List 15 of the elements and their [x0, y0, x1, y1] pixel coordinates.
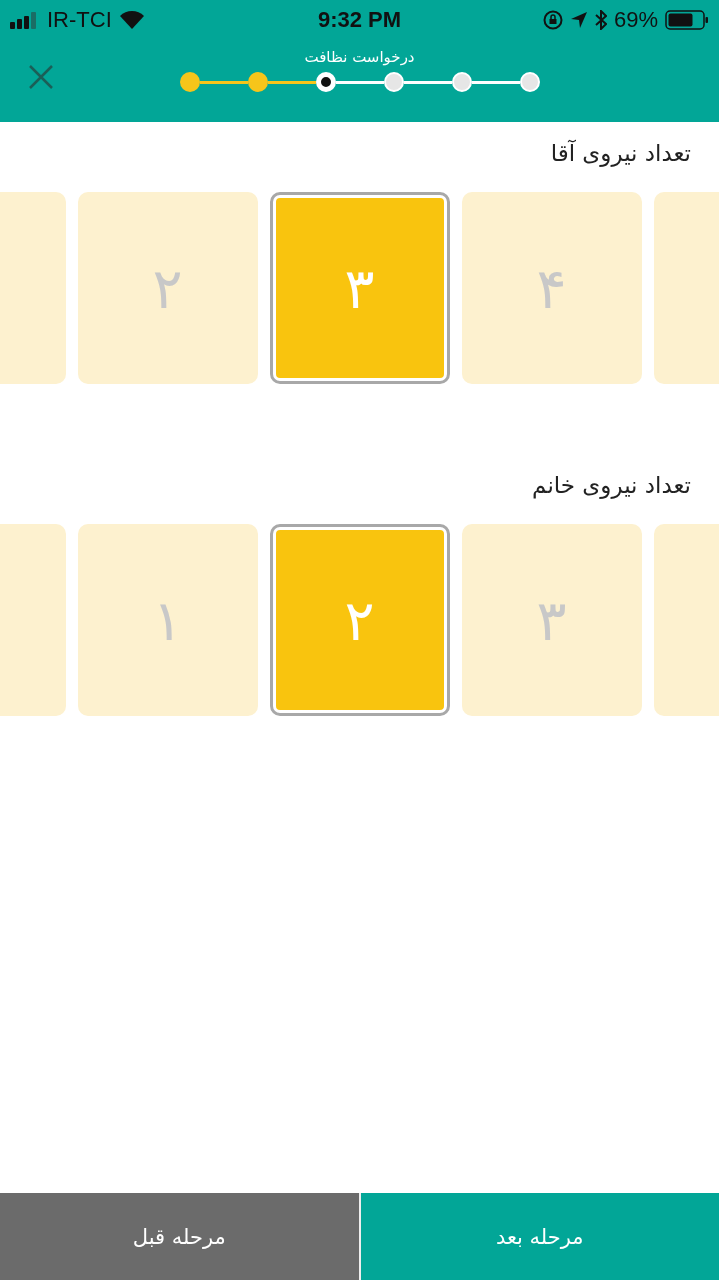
- number-option[interactable]: ۲: [269, 524, 450, 716]
- rotation-lock-icon: [542, 10, 563, 30]
- carrier-name: IR-TCI: [47, 7, 112, 33]
- section-label: تعداد نیروی آقا: [549, 138, 692, 166]
- status-time: 9:32 PM: [317, 7, 402, 33]
- previous-button[interactable]: مرحله قبل: [0, 1193, 361, 1280]
- battery-percent: 69%: [613, 7, 658, 33]
- location-icon: [569, 11, 588, 29]
- section-label: تعداد نیروی خانم: [531, 471, 692, 498]
- wifi-icon: [118, 10, 145, 30]
- page-title: درخواست نظافت: [304, 48, 415, 66]
- number-option[interactable]: ۳: [269, 192, 450, 384]
- next-button[interactable]: مرحله بعد: [360, 1193, 719, 1280]
- bluetooth-icon: [594, 10, 607, 30]
- battery-icon: [665, 10, 709, 30]
